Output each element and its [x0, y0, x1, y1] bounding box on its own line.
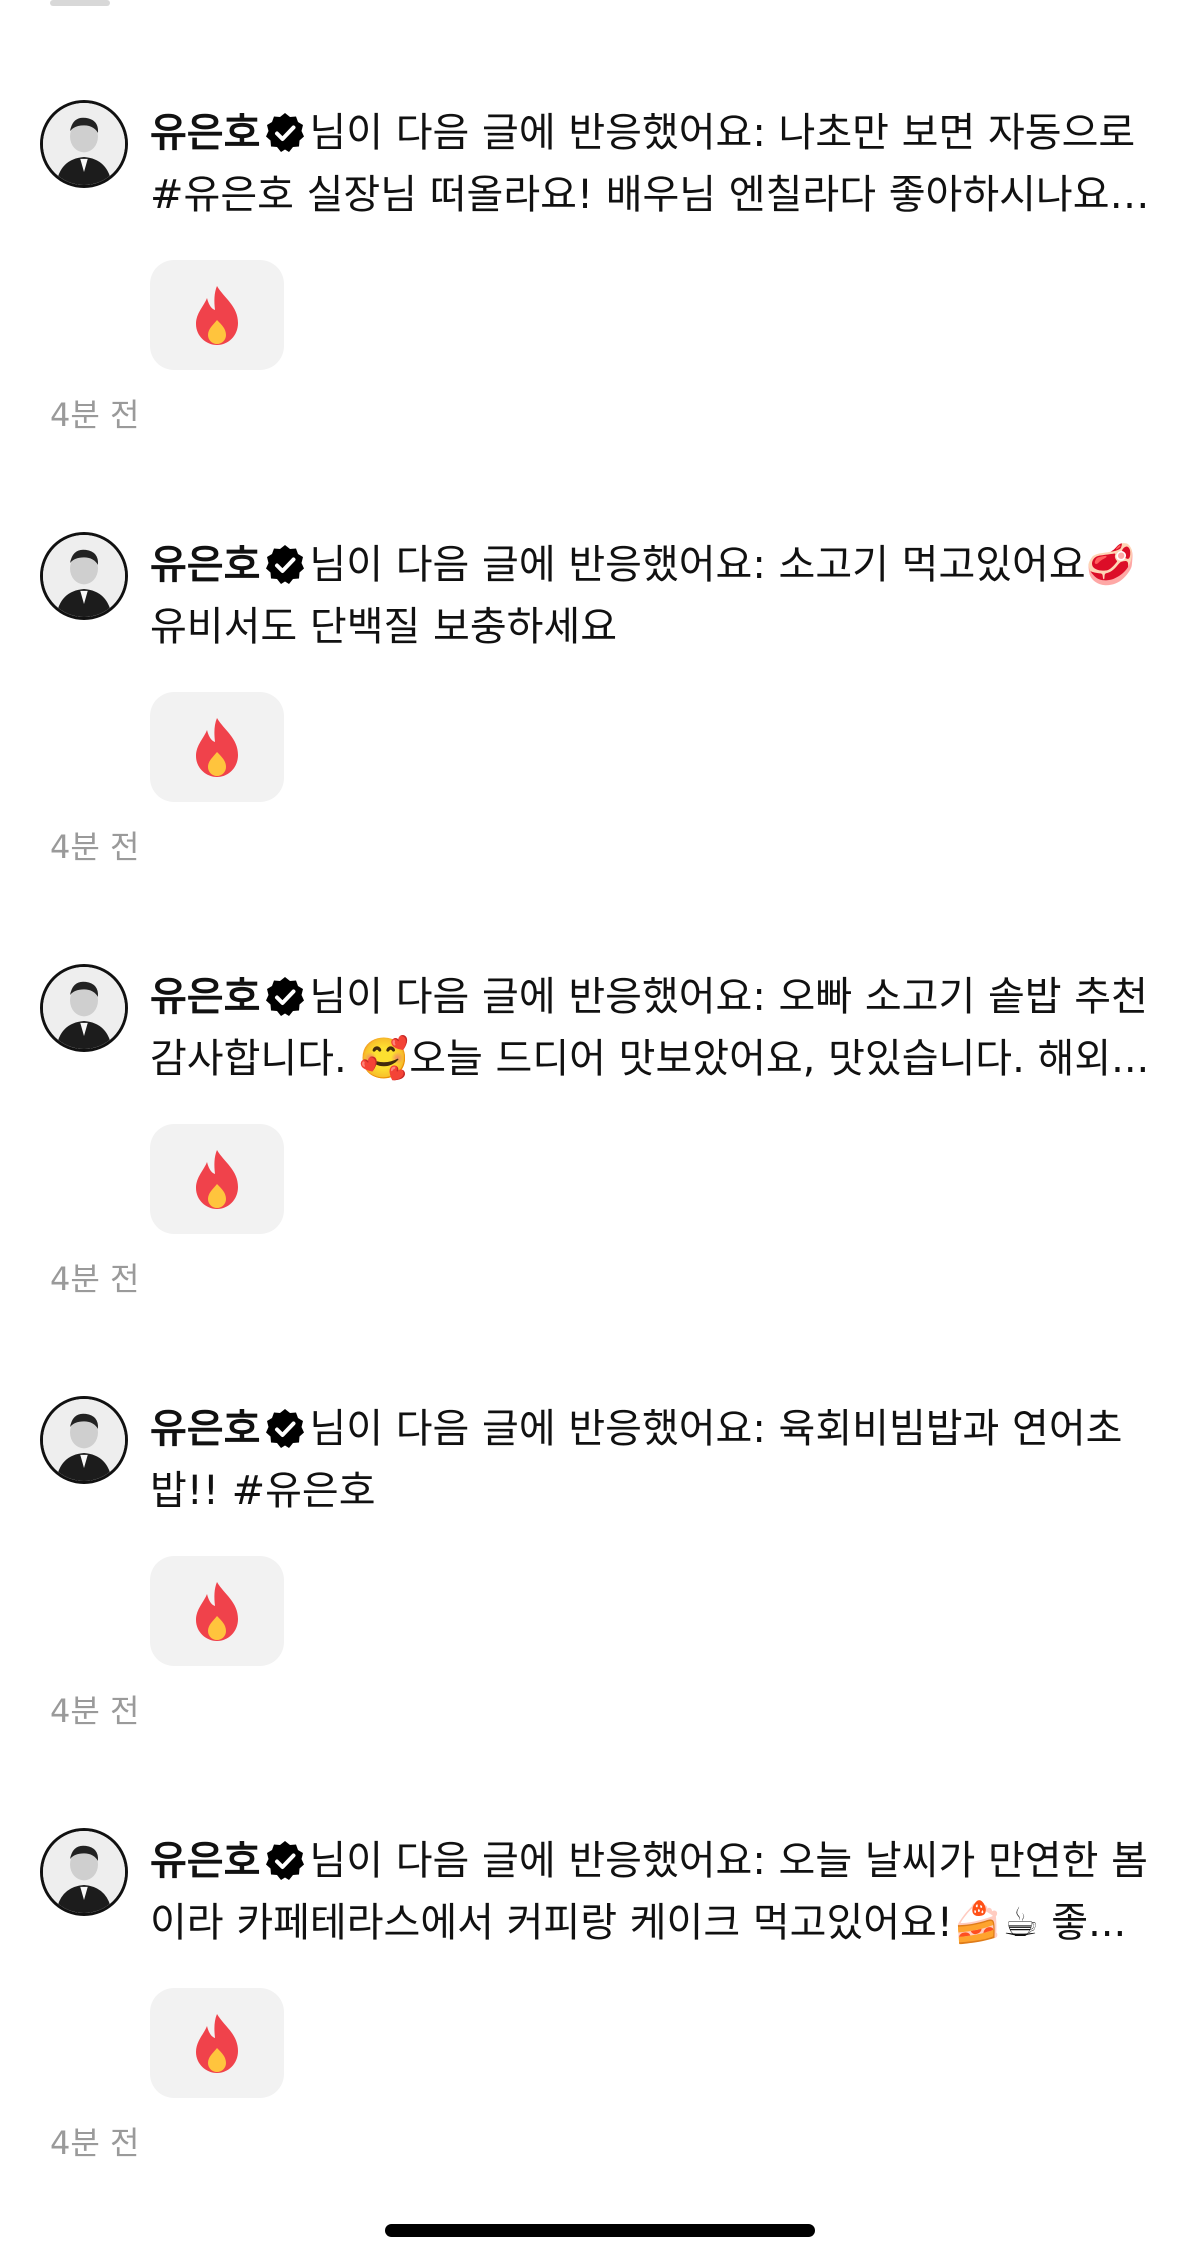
avatar[interactable] [40, 532, 128, 620]
fire-icon [196, 718, 238, 777]
avatar[interactable] [40, 1396, 128, 1484]
notification-text: 님이 다음 글에 반응했어요: 소고기 먹고있어요🥩 [309, 542, 1136, 588]
fire-icon [196, 286, 238, 345]
timestamp: 4분 전 [50, 828, 140, 866]
user-name[interactable]: 유은호 [150, 110, 260, 156]
reaction-chip[interactable] [150, 260, 284, 370]
avatar-image [43, 535, 125, 617]
reaction-chip[interactable] [150, 1556, 284, 1666]
notification-text-line2: #유은호 실장님 떠올라요! 배우님 엔칠라다 좋아하시나요~... [150, 172, 1160, 218]
avatar-image [43, 967, 125, 1049]
notification-text: 님이 다음 글에 반응했어요: 오빠 소고기 솥밥 추천 [309, 974, 1148, 1020]
reaction-chip[interactable] [150, 692, 284, 802]
fire-icon [196, 1582, 238, 1641]
avatar[interactable] [40, 964, 128, 1052]
avatar[interactable] [40, 1828, 128, 1916]
avatar[interactable] [40, 100, 128, 188]
notification-text-line2: 이라 카페테라스에서 커피랑 케이크 먹고있어요!🍰☕ 좋... [150, 1900, 1127, 1946]
verified-badge-icon [264, 1840, 306, 1882]
reaction-chip[interactable] [150, 1124, 284, 1234]
notification-text-line2: 감사합니다. 🥰오늘 드디어 맛보았어요, 맛있습니다. 해외... [150, 1036, 1150, 1082]
avatar-image [43, 1399, 125, 1481]
notification-item[interactable]: 유은호 님이 다음 글에 반응했어요: 육회비빔밥과 연어초 밥!! #유은호 4… [0, 1396, 1200, 1828]
verified-badge-icon [264, 112, 306, 154]
notification-item[interactable]: 유은호 님이 다음 글에 반응했어요: 오늘 날씨가 만연한 봄 이라 카페테라스… [0, 1828, 1200, 2260]
user-name[interactable]: 유은호 [150, 974, 260, 1020]
reaction-chip[interactable] [150, 1988, 284, 2098]
timestamp: 4분 전 [50, 396, 140, 434]
verified-badge-icon [264, 544, 306, 586]
home-indicator[interactable] [385, 2224, 815, 2237]
notification-text: 님이 다음 글에 반응했어요: 육회비빔밥과 연어초 [309, 1406, 1123, 1452]
user-name[interactable]: 유은호 [150, 1838, 260, 1884]
notification-item[interactable]: 유은호 님이 다음 글에 반응했어요: 오빠 소고기 솥밥 추천 감사합니다. 🥰… [0, 964, 1200, 1396]
verified-badge-icon [264, 976, 306, 1018]
notification-item[interactable]: 유은호 님이 다음 글에 반응했어요: 소고기 먹고있어요🥩 유비서도 단백질 보… [0, 532, 1200, 964]
user-name[interactable]: 유은호 [150, 542, 260, 588]
notification-text-line2: 유비서도 단백질 보충하세요 [150, 604, 618, 650]
notification-text-line2: 밥!! #유은호 [150, 1468, 376, 1514]
avatar-image [43, 1831, 125, 1913]
timestamp: 4분 전 [50, 1260, 140, 1298]
notification-item[interactable]: 유은호 님이 다음 글에 반응했어요: 나초만 보면 자동으로 #유은호 실장님 … [0, 100, 1200, 532]
user-name[interactable]: 유은호 [150, 1406, 260, 1452]
notification-text: 님이 다음 글에 반응했어요: 나초만 보면 자동으로 [309, 110, 1136, 156]
notification-text: 님이 다음 글에 반응했어요: 오늘 날씨가 만연한 봄 [309, 1838, 1148, 1884]
avatar-image [43, 103, 125, 185]
verified-badge-icon [264, 1408, 306, 1450]
timestamp: 4분 전 [50, 2124, 140, 2162]
fire-icon [196, 1150, 238, 1209]
timestamp: 4분 전 [50, 1692, 140, 1730]
previous-item-edge [50, 0, 110, 6]
fire-icon [196, 2014, 238, 2073]
